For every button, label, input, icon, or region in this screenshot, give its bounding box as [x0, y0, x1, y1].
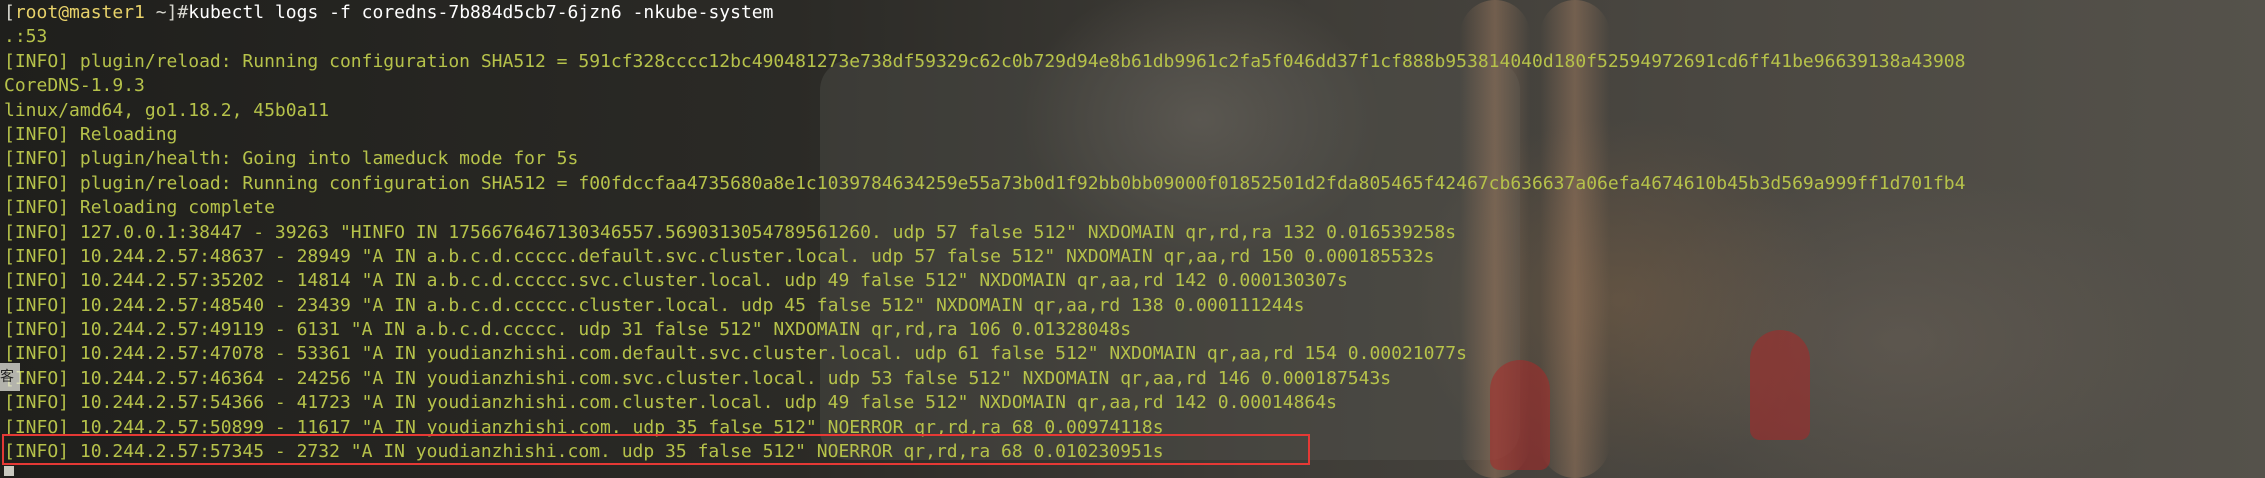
log-line: [INFO] 10.244.2.57:48637 - 28949 "A IN a…	[4, 245, 1435, 267]
log-line: [INFO] Reloading complete	[4, 197, 275, 219]
terminal-window[interactable]: [root@master1 ~]#kubectl logs -f coredns…	[0, 0, 2265, 478]
log-line: [INFO] 10.244.2.57:54366 - 41723 "A IN y…	[4, 392, 1337, 414]
log-line: [INFO] 10.244.2.57:35202 - 14814 "A IN a…	[4, 270, 1348, 292]
prompt-line: [root@master1 ~]#kubectl logs -f coredns…	[4, 1, 1965, 25]
log-line: linux/amd64, go1.18.2, 45b0a11	[4, 99, 330, 121]
prompt-open-bracket: [	[4, 2, 15, 23]
log-line: [INFO] plugin/health: Going into lameduc…	[4, 148, 579, 170]
prompt-host: @master1	[58, 2, 145, 23]
log-line: [INFO] 127.0.0.1:38447 - 39263 "HINFO IN…	[4, 221, 1457, 243]
prompt-path: ~]	[144, 2, 178, 23]
terminal-cursor	[4, 466, 14, 476]
log-line: CoreDNS-1.9.3	[4, 75, 145, 97]
log-line: [INFO] 10.244.2.57:49119 - 6131 "A IN a.…	[4, 319, 1132, 341]
side-tab[interactable]: 客户	[0, 363, 20, 391]
highlight-box	[2, 434, 1310, 465]
prompt-hash: #	[177, 2, 189, 23]
log-line: [INFO] plugin/reload: Running configurat…	[4, 50, 1966, 72]
log-line: .:53	[4, 26, 48, 48]
prompt-user: root	[14, 2, 59, 23]
terminal-output: [root@master1 ~]#kubectl logs -f coredns…	[4, 1, 1965, 464]
prompt-command: kubectl logs -f coredns-7b884d5cb7-6jzn6…	[188, 2, 774, 23]
log-line: [INFO] 10.244.2.57:46364 - 24256 "A IN y…	[4, 367, 1392, 389]
log-line: [INFO] Reloading	[4, 123, 178, 145]
log-line: [INFO] 10.244.2.57:47078 - 53361 "A IN y…	[4, 343, 1467, 365]
log-line: [INFO] 10.244.2.57:48540 - 23439 "A IN a…	[4, 294, 1305, 316]
log-line: [INFO] plugin/reload: Running configurat…	[4, 172, 1966, 194]
